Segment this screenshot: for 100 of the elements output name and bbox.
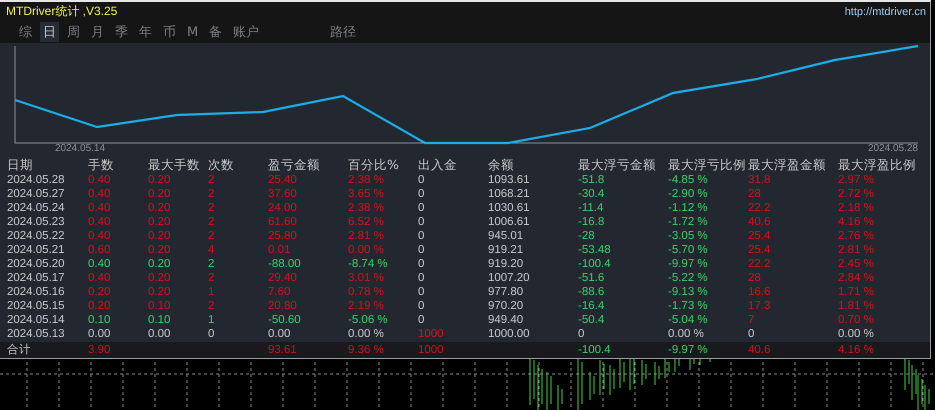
table-cell-text: 0.20 <box>88 285 112 300</box>
table-cell-text: -88.6 <box>578 285 606 300</box>
table-cell-text: 1 <box>208 313 216 328</box>
column-header: 最大浮盈金额 <box>748 156 827 174</box>
table-cell-text: 0.00 <box>268 327 292 342</box>
tab[interactable]: M <box>184 24 202 40</box>
table-cell-text: 919.21 <box>488 243 524 258</box>
table-cell-text: -1.72 % <box>668 215 709 230</box>
tab[interactable]: 月 <box>88 22 107 42</box>
column-header: 手数 <box>88 156 115 174</box>
table-cell-text: 0 <box>418 229 426 244</box>
table-cell-text: -28 <box>578 229 596 244</box>
table-cell-text: -9.97 % <box>668 257 709 272</box>
table-cell-text: 0 <box>418 201 426 216</box>
table-cell-text: 6.52 % <box>348 215 385 230</box>
table-cell-text: 2 <box>208 257 216 272</box>
table-cell-text: 22.2 <box>748 257 772 272</box>
table-cell-text: -9.13 % <box>668 285 709 300</box>
table-cell-text: 3.01 % <box>348 271 385 286</box>
column-header: 最大浮亏比例 <box>668 156 747 174</box>
website-link[interactable]: http://mtdriver.cn <box>844 6 926 18</box>
tab[interactable]: 路径 <box>327 22 360 42</box>
table-cell-text: -2.90 % <box>668 187 709 202</box>
table-cell-text: -8.74 % <box>348 257 389 272</box>
table-cell-text: 0.20 <box>148 173 172 188</box>
axis-label: 2024.05.28 <box>868 142 918 154</box>
table-cell-text: 2 <box>208 201 216 216</box>
table-cell-text: 2.72 % <box>838 187 875 202</box>
table-cell-text: 0 <box>418 257 426 272</box>
table-cell-text: 3.90 <box>88 343 112 358</box>
tab[interactable]: 季 <box>112 22 131 42</box>
table-cell-text: 0.00 % <box>348 243 385 258</box>
table-cell-text: 7 <box>748 313 756 328</box>
table-cell-text: 1 <box>208 285 216 300</box>
table-cell-text: 0.60 <box>88 243 112 258</box>
table-cell-text: 合计 <box>7 342 32 358</box>
column-header: 出入金 <box>418 156 458 174</box>
table-cell-text: 0.10 <box>88 313 112 328</box>
tab[interactable]: 周 <box>64 22 83 42</box>
table-cell-text: 0.00 % <box>668 327 705 342</box>
table-cell-text: 2 <box>208 187 216 202</box>
table-cell-text: 1007.20 <box>488 271 531 286</box>
table-cell-text: 2024.05.13 <box>7 327 66 342</box>
tab[interactable]: 账户 <box>230 22 262 42</box>
table-cell-text: -16.8 <box>578 215 606 230</box>
table-cell-text: 0.40 <box>88 201 112 216</box>
table-cell-text: 2.97 % <box>838 173 875 188</box>
table-cell-text: -5.06 % <box>348 313 389 328</box>
table-cell-text: 977.80 <box>488 285 524 300</box>
table-cell-text: 0 <box>578 327 586 342</box>
table-cell-text: 31.8 <box>748 173 772 188</box>
table-cell-text: 2024.05.22 <box>7 229 66 244</box>
table-cell-text: 1.71 % <box>838 285 875 300</box>
table-cell-text: 0 <box>418 243 426 258</box>
column-header: 余额 <box>488 156 515 174</box>
table-cell-text: 0.20 <box>148 243 172 258</box>
table-cell-text: 0.00 % <box>838 327 875 342</box>
tab[interactable]: 综 <box>16 22 35 42</box>
table-cell-text: 25.4 <box>748 243 772 258</box>
table-cell-text: 40.6 <box>748 215 772 230</box>
table-cell-text: 1000 <box>418 327 445 342</box>
table-cell-text: 2024.05.24 <box>7 201 66 216</box>
table-cell-text: 2024.05.16 <box>7 285 66 300</box>
table-cell-text: 0.20 <box>148 271 172 286</box>
table-cell-text: 2 <box>208 299 216 314</box>
table-cell-text: 0 <box>418 215 426 230</box>
axis-label: 2024.05.14 <box>55 142 106 154</box>
table-cell-text: 2.84 % <box>838 271 875 286</box>
tab[interactable]: 日 <box>40 22 59 42</box>
table-cell-text: 2.81 % <box>348 229 385 244</box>
table-cell-text: 20.80 <box>268 299 298 314</box>
table-cell-text: 2024.05.17 <box>7 271 66 286</box>
table-cell-text: 4.16 % <box>838 343 875 358</box>
table-cell-text: 61.60 <box>268 215 298 230</box>
table-cell-text: -30.4 <box>578 187 606 202</box>
table-cell-text: 2.45 % <box>838 257 875 272</box>
column-header: 最大手数 <box>148 156 201 174</box>
table-cell-text: 24.00 <box>268 201 298 216</box>
tab[interactable]: 备 <box>206 22 226 42</box>
table-cell-text: -3.05 % <box>668 229 709 244</box>
table-cell-text: 25.40 <box>268 173 298 188</box>
table-cell-text: 0.10 <box>148 313 172 328</box>
table-cell-text: -50.60 <box>268 313 302 328</box>
table-cell-text: 0 <box>418 271 426 286</box>
window-title: MTDriver统计 ,V3.25 <box>6 3 118 20</box>
table-cell-text: 0.78 % <box>348 285 385 300</box>
table-cell-text: -100.4 <box>578 343 612 358</box>
table-cell-text: -1.12 % <box>668 201 709 216</box>
tab[interactable]: 年 <box>136 22 155 42</box>
table-cell-text: 2.19 % <box>348 299 385 314</box>
tab[interactable]: 币 <box>160 22 179 42</box>
table-cell-text: 2 <box>208 173 216 188</box>
table-cell-text: 0.40 <box>88 257 112 272</box>
table-cell-text: 1068.21 <box>488 187 531 202</box>
table-cell-text: 0.10 <box>148 299 172 314</box>
column-header: 最大浮亏金额 <box>578 156 657 174</box>
table-cell-text: 2024.05.28 <box>7 173 66 188</box>
table-cell-text: -51.8 <box>578 173 606 188</box>
table-cell-text: -53.48 <box>578 243 612 258</box>
table-cell-text: 0 <box>418 299 426 314</box>
